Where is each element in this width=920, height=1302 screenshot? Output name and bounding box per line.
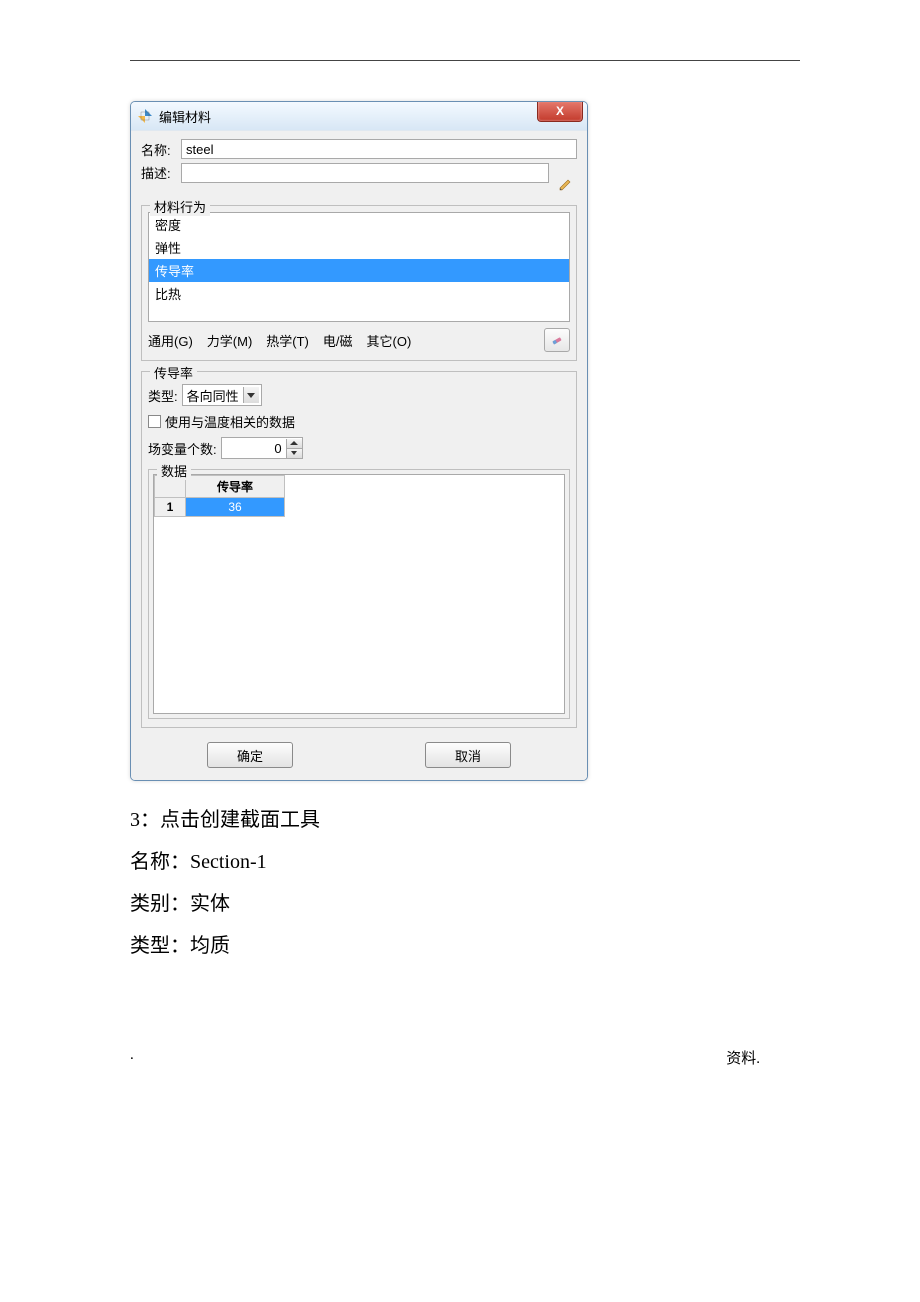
spinner-up-button[interactable]: [287, 439, 302, 449]
chevron-up-icon: [290, 441, 298, 445]
description-label: 描述:: [141, 163, 181, 182]
behavior-item-conductivity[interactable]: 传导率: [149, 259, 569, 282]
conductivity-legend: 传导率: [150, 363, 197, 382]
cancel-button[interactable]: 取消: [425, 742, 511, 768]
type-select[interactable]: 各向同性: [182, 384, 262, 406]
chevron-down-icon: [291, 451, 297, 455]
spinner-down-button[interactable]: [287, 449, 302, 458]
type-row: 类型: 各向同性: [148, 384, 570, 406]
ok-button[interactable]: 确定: [207, 742, 293, 768]
field-variables-value: 0: [222, 441, 286, 456]
page-footer: . 资料.: [130, 1047, 800, 1068]
app-icon: [137, 108, 153, 124]
dialog-titlebar[interactable]: 编辑材料 X: [131, 102, 587, 130]
top-horizontal-rule: [130, 60, 800, 61]
table-row[interactable]: 1 36: [155, 498, 285, 517]
conductivity-group: 传导率 类型: 各向同性 使用与温度相关的数据 场变量个数: 0: [141, 371, 577, 728]
type-value: 各向同性: [187, 386, 239, 405]
material-behavior-group: 材料行为 密度 弹性 传导率 比热 通用(G) 力学(M) 热学(T) 电/磁 …: [141, 205, 577, 361]
menu-other[interactable]: 其它(O): [367, 331, 412, 350]
behavior-item-elastic[interactable]: 弹性: [149, 236, 569, 259]
dialog-body: 名称: 描述: 材料行为 密度 弹性: [131, 130, 587, 780]
ok-button-label: 确定: [237, 746, 263, 765]
name-label: 名称:: [141, 140, 181, 159]
field-variables-row: 场变量个数: 0: [148, 437, 570, 459]
behavior-menu-row: 通用(G) 力学(M) 热学(T) 电/磁 其它(O): [148, 328, 570, 352]
behavior-list[interactable]: 密度 弹性 传导率 比热: [148, 212, 570, 322]
description-input[interactable]: [181, 163, 549, 183]
eraser-icon: [550, 333, 564, 347]
close-icon: X: [556, 104, 564, 118]
behavior-item-density[interactable]: 密度: [149, 213, 569, 236]
chevron-down-icon: [243, 387, 259, 403]
menu-thermal[interactable]: 热学(T): [266, 331, 309, 350]
data-legend: 数据: [157, 461, 191, 480]
conductivity-cell[interactable]: 36: [186, 498, 285, 517]
menu-mechanics[interactable]: 力学(M): [207, 331, 253, 350]
doc-line-2: 名称：Section-1: [130, 841, 800, 883]
behavior-item-specific-heat[interactable]: 比热: [149, 282, 569, 305]
menu-emag[interactable]: 电/磁: [323, 331, 353, 350]
edit-material-dialog: 编辑材料 X 名称: 描述:: [130, 101, 588, 781]
field-variables-label: 场变量个数:: [148, 439, 217, 458]
description-row: 描述:: [141, 163, 577, 195]
close-button[interactable]: X: [537, 101, 583, 122]
data-table-container[interactable]: 传导率 1 36: [153, 474, 565, 714]
footer-right: 资料.: [726, 1047, 760, 1068]
data-group: 数据 传导率 1 36: [148, 469, 570, 719]
temperature-checkbox-label: 使用与温度相关的数据: [165, 412, 295, 431]
type-label: 类型:: [148, 386, 178, 405]
name-row: 名称:: [141, 139, 577, 159]
field-variables-spinner[interactable]: 0: [221, 437, 303, 459]
conductivity-column-header[interactable]: 传导率: [186, 476, 285, 498]
dialog-title: 编辑材料: [159, 107, 211, 126]
data-table: 传导率 1 36: [154, 475, 285, 517]
temperature-dependent-checkbox[interactable]: [148, 415, 161, 428]
doc-line-1: 3：点击创建截面工具: [130, 799, 800, 841]
delete-behavior-button[interactable]: [544, 328, 570, 352]
temperature-checkbox-row: 使用与温度相关的数据: [148, 412, 570, 431]
footer-left: .: [130, 1047, 134, 1068]
menu-general[interactable]: 通用(G): [148, 331, 193, 350]
cancel-button-label: 取消: [455, 746, 481, 765]
material-behavior-legend: 材料行为: [150, 197, 210, 216]
edit-description-button[interactable]: [555, 173, 577, 195]
doc-line-3: 类别：实体: [130, 883, 800, 925]
doc-line-4: 类型：均质: [130, 925, 800, 967]
document-text: 3：点击创建截面工具 名称：Section-1 类别：实体 类型：均质: [130, 799, 800, 967]
name-input[interactable]: [181, 139, 577, 159]
pencil-icon: [558, 176, 574, 192]
row-index: 1: [155, 498, 186, 517]
dialog-button-row: 确定 取消: [141, 742, 577, 768]
